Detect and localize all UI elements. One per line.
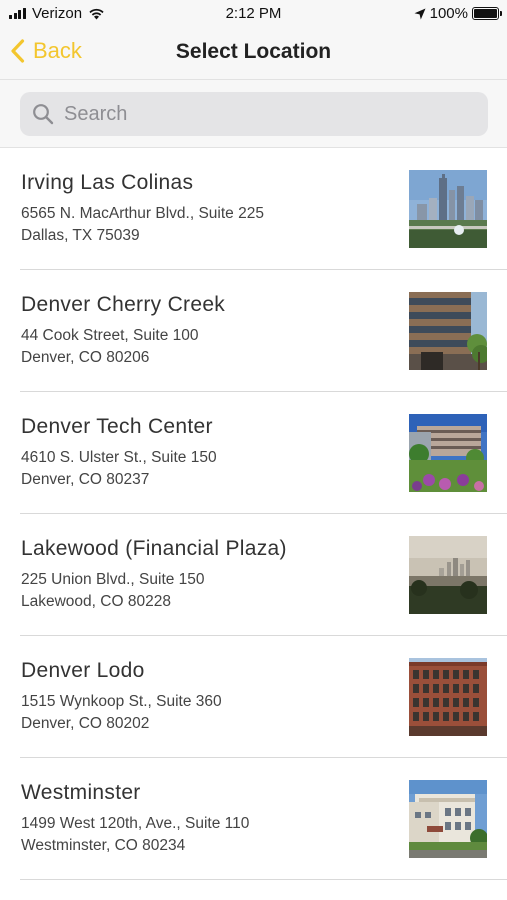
office-building-garden-photo [409, 414, 487, 492]
search-input[interactable] [64, 102, 464, 126]
search-bar [0, 80, 507, 148]
location-name: Irving Las Colinas [21, 171, 194, 194]
location-street: 4610 S. Ulster St., Suite 150 [21, 449, 217, 466]
location-city: Denver, CO 80202 [21, 715, 150, 732]
location-city: Denver, CO 80237 [21, 471, 150, 488]
location-street: 1515 Wynkoop St., Suite 360 [21, 693, 222, 710]
location-row-lakewood-financial-plaza[interactable]: Lakewood (Financial Plaza) 225 Union Blv… [0, 514, 507, 636]
location-street: 1499 West 120th, Ave., Suite 110 [21, 815, 250, 832]
location-row-denver-lodo[interactable]: Denver Lodo 1515 Wynkoop St., Suite 360 … [0, 636, 507, 758]
location-street: 44 Cook Street, Suite 100 [21, 327, 199, 344]
location-name: Denver Lodo [21, 659, 145, 682]
battery-icon [472, 7, 502, 20]
location-name: Denver Tech Center [21, 415, 213, 438]
battery-percent: 100% [429, 5, 468, 22]
white-office-building-photo [409, 780, 487, 858]
location-row-irving-las-colinas[interactable]: Irving Las Colinas 6565 N. MacArthur Blv… [0, 148, 507, 270]
location-street: 225 Union Blvd., Suite 150 [21, 571, 205, 588]
location-name: Westminster [21, 781, 141, 804]
location-street: 6565 N. MacArthur Blvd., Suite 225 [21, 205, 264, 222]
brick-building-photo [409, 658, 487, 736]
select-location-screen: Verizon 2:12 PM 100% Back Select Locatio… [0, 0, 507, 900]
location-city: Denver, CO 80206 [21, 349, 150, 366]
hazy-skyline-photo [409, 536, 487, 614]
location-list: Irving Las Colinas 6565 N. MacArthur Blv… [0, 148, 507, 880]
page-title: Select Location [175, 40, 332, 63]
location-city: Dallas, TX 75039 [21, 227, 140, 244]
location-row-denver-tech-center[interactable]: Denver Tech Center 4610 S. Ulster St., S… [0, 392, 507, 514]
city-skyline-photo [409, 170, 487, 248]
location-name: Lakewood (Financial Plaza) [21, 537, 287, 560]
location-arrow-icon [414, 8, 426, 19]
search-icon [33, 104, 54, 125]
status-bar: Verizon 2:12 PM 100% [0, 0, 507, 26]
location-city: Lakewood, CO 80228 [21, 593, 171, 610]
search-field[interactable] [20, 92, 488, 136]
location-name: Denver Cherry Creek [21, 293, 226, 316]
location-row-denver-cherry-creek[interactable]: Denver Cherry Creek 44 Cook Street, Suit… [0, 270, 507, 392]
location-row-westminster[interactable]: Westminster 1499 West 120th, Ave., Suite… [0, 758, 507, 880]
navigation-bar: Back Select Location [0, 26, 507, 80]
office-building-photo [409, 292, 487, 370]
status-right: 100% [414, 5, 502, 22]
location-city: Westminster, CO 80234 [21, 837, 186, 854]
